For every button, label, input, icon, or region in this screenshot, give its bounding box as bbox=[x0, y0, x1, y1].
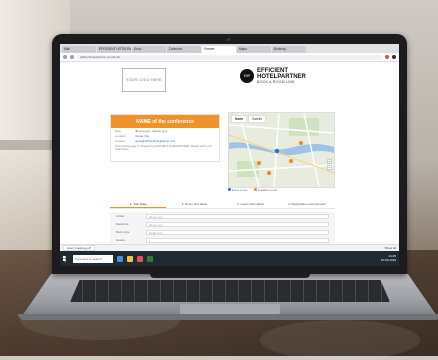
map-type-tabs: Karte Satellit bbox=[231, 115, 266, 123]
form-row: Guests 1 bbox=[110, 236, 335, 244]
url-field[interactable]: efficienthotelpartner.com/book bbox=[77, 54, 382, 60]
step-tab[interactable]: 4. Registration and payment bbox=[279, 200, 335, 208]
row-key: Contact bbox=[115, 139, 125, 143]
legend-label: Event venue bbox=[232, 188, 248, 192]
laptop-keyboard bbox=[70, 280, 390, 302]
field-label: Arrival bbox=[116, 214, 124, 218]
zoom-in-button[interactable]: + bbox=[327, 159, 332, 164]
menu-icon[interactable] bbox=[392, 55, 396, 59]
task-view-icon[interactable] bbox=[117, 255, 123, 262]
guests-select[interactable]: 1 bbox=[146, 237, 329, 243]
start-icon[interactable] bbox=[63, 255, 66, 262]
browser-icon[interactable] bbox=[137, 255, 143, 262]
map-legend: Event venue Available hotels bbox=[228, 188, 333, 192]
browser-tabbar: Mail EFFICIENT HOTELPARTNER Docs Calenda… bbox=[60, 44, 399, 53]
legend-label: Available hotels bbox=[257, 188, 278, 192]
blanket-fold bbox=[260, 320, 420, 360]
reload-icon[interactable] bbox=[70, 55, 74, 59]
logo-placeholder: YOUR LOGO HERE bbox=[122, 68, 166, 92]
browser-tab[interactable]: Docs bbox=[132, 46, 166, 53]
legend-item: Event venue bbox=[228, 188, 248, 192]
browser-addressbar: efficienthotelpartner.com/book bbox=[60, 53, 399, 62]
field-label: Guests bbox=[116, 238, 125, 242]
contact-link[interactable]: name@efficienthotelpartner.com bbox=[135, 139, 175, 143]
laptop-lid: Mail EFFICIENT HOTELPARTNER Docs Calenda… bbox=[52, 34, 407, 274]
field-label: Departure bbox=[116, 222, 129, 226]
browser-tab[interactable]: EFFICIENT HOTELPARTNER bbox=[97, 46, 131, 53]
browser-tab-active[interactable]: Partner bbox=[202, 46, 236, 53]
row-value: Venue, City bbox=[135, 134, 150, 138]
laptop-screen: Mail EFFICIENT HOTELPARTNER Docs Calenda… bbox=[60, 44, 399, 266]
laptop-base-edge bbox=[18, 314, 438, 320]
clock-date: 10.06.2019 bbox=[380, 257, 396, 262]
downloads-bar: hotel_booking.pdf Show all bbox=[60, 244, 399, 251]
brand-logo: EHP EFFICIENT HOTELPARTNER BOOK A ROOM L… bbox=[240, 68, 306, 85]
map-zoom-controls: + − bbox=[327, 159, 332, 171]
browser-tab[interactable]: Maps bbox=[237, 46, 271, 53]
booking-steps: 1. Your hotel 2. Room and dates 3. Guest… bbox=[110, 200, 335, 209]
brand-tagline: BOOK A ROOM LINK bbox=[257, 80, 295, 84]
pin-icon bbox=[253, 188, 257, 191]
conference-title: NAME of the conference bbox=[111, 115, 219, 128]
form-row: Room type Single room bbox=[110, 228, 335, 236]
map-tab-map[interactable]: Karte bbox=[231, 115, 248, 123]
booking-page: YOUR LOGO HERE EHP EFFICIENT HOTELPARTNE… bbox=[60, 62, 399, 253]
map-canvas[interactable] bbox=[229, 113, 334, 187]
conference-note: This booking page is managed by EFFICIEN… bbox=[115, 145, 213, 152]
laptop-hinge bbox=[150, 274, 310, 278]
browser-tab[interactable]: Mail bbox=[62, 46, 96, 53]
browser-tab[interactable]: Calendar bbox=[167, 46, 201, 53]
map-widget[interactable]: Karte Satellit + − bbox=[228, 112, 335, 188]
taskbar-clock: 14:25 10.06.2019 bbox=[380, 254, 396, 262]
pin-icon bbox=[228, 188, 231, 191]
arrival-field[interactable]: dd.mm.yyyy bbox=[146, 213, 329, 219]
extension-icon[interactable] bbox=[385, 55, 389, 59]
zoom-out-button[interactable]: − bbox=[327, 165, 332, 170]
laptop-trackpad bbox=[180, 304, 280, 314]
form-row: Departure dd.mm.yyyy bbox=[110, 220, 335, 228]
file-explorer-icon[interactable] bbox=[127, 255, 133, 262]
show-all-downloads[interactable]: Show all bbox=[385, 246, 396, 250]
brand-mark-icon: EHP bbox=[240, 69, 254, 84]
legend-item: Available hotels bbox=[253, 188, 278, 192]
webcam bbox=[227, 38, 230, 41]
step-tab[interactable]: 3. Guest information bbox=[223, 200, 279, 208]
row-value: dd.mm.yyyy - dd.mm.yyyy bbox=[135, 129, 168, 133]
step-tab[interactable]: 2. Room and dates bbox=[166, 200, 222, 208]
back-icon[interactable] bbox=[63, 55, 67, 59]
field-label: Room type bbox=[116, 230, 130, 234]
map-tab-satellite[interactable]: Satellit bbox=[248, 115, 266, 123]
row-key: Date bbox=[115, 129, 121, 133]
conference-card: NAME of the conference Date dd.mm.yyyy -… bbox=[110, 114, 220, 162]
browser-tab[interactable]: Booking bbox=[272, 46, 306, 53]
form-row: Arrival dd.mm.yyyy bbox=[110, 212, 335, 220]
step-tab[interactable]: 1. Your hotel bbox=[110, 200, 167, 208]
room-type-select[interactable]: Single room bbox=[146, 229, 329, 235]
row-key: Location bbox=[115, 134, 126, 138]
taskbar-search[interactable]: Type here to search bbox=[73, 254, 113, 263]
departure-field[interactable]: dd.mm.yyyy bbox=[146, 221, 329, 227]
app-icon[interactable] bbox=[147, 255, 153, 262]
os-taskbar: Type here to search 14:25 10.06.2019 bbox=[60, 251, 399, 266]
